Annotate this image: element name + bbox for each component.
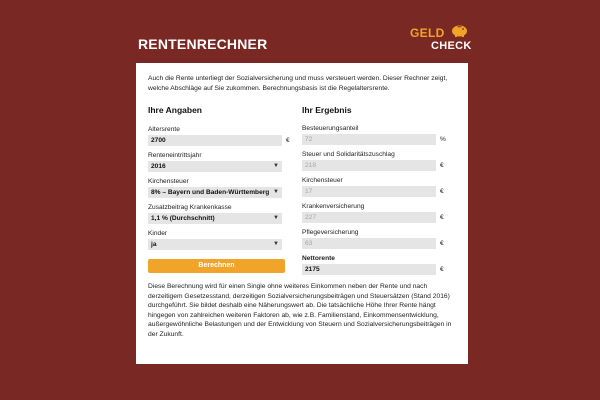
renteneintrittsjahr-select[interactable]: 2016 ▼ [148,161,282,172]
pflegeversicherung-label: Pflegeversicherung [302,229,359,236]
inputs-heading: Ihre Angaben [148,105,202,115]
steuer-soli-output: 218 [302,160,436,171]
steuer-soli-unit: € [440,162,444,169]
nettorente-output: 2175 [302,264,436,275]
geldcheck-logo: GELD CHECK [410,22,472,56]
altersrente-input[interactable]: 2700 [148,135,282,146]
calculate-button[interactable]: Berechnen [148,259,285,273]
chevron-down-icon: ▼ [273,189,279,195]
besteuerungsanteil-unit: % [440,136,446,143]
altersrente-unit: € [286,137,290,144]
krankenversicherung-label: Krankenversicherung [302,203,365,210]
nettorente-label: Nettorente [302,255,335,262]
steuer-soli-label: Steuer und Solidaritätszuschlag [302,151,395,158]
calculator-card: Auch die Rente unterliegt der Sozialvers… [136,63,468,364]
pflegeversicherung-unit: € [440,240,444,247]
nettorente-unit: € [440,266,444,273]
chevron-down-icon: ▼ [273,215,279,221]
besteuerungsanteil-label: Besteuerungsanteil [302,125,359,132]
intro-text: Auch die Rente unterliegt der Sozialvers… [148,75,448,92]
kinder-value: ja [151,241,157,248]
zusatzbeitrag-select[interactable]: 1,1 % (Durchschnitt) ▼ [148,213,282,224]
logo-text-check: CHECK [431,40,472,52]
chevron-down-icon: ▼ [273,163,279,169]
chevron-down-icon: ▼ [273,241,279,247]
kirchensteuer-value: 8% – Bayern und Baden-Württemberg [151,189,270,196]
disclaimer-text: Diese Berechnung wird für einen Single o… [148,283,452,338]
piggy-bank-icon [452,25,467,37]
results-heading: Ihr Ergebnis [302,105,352,115]
renteneintrittsjahr-label: Renteneintrittsjahr [148,152,202,159]
zusatzbeitrag-label: Zusatzbeitrag Krankenkasse [148,204,232,211]
pflegeversicherung-output: 63 [302,238,436,249]
renteneintrittsjahr-value: 2016 [151,163,166,170]
krankenversicherung-output: 227 [302,212,436,223]
kirchensteuer-unit: € [440,188,444,195]
kinder-select[interactable]: ja ▼ [148,239,282,250]
krankenversicherung-unit: € [440,214,444,221]
kinder-label: Kinder [148,230,168,237]
kirchensteuer-select[interactable]: 8% – Bayern und Baden-Württemberg ▼ [148,187,282,198]
altersrente-label: Altersrente [148,126,180,133]
logo-text-geld: GELD [410,26,445,40]
zusatzbeitrag-value: 1,1 % (Durchschnitt) [151,215,215,222]
kirchensteuer-label: Kirchensteuer [148,178,189,185]
page-title: RENTENRECHNER [138,36,268,52]
besteuerungsanteil-output: 72 [302,134,436,145]
kirchensteuer-output: 17 [302,186,436,197]
kirchensteuer-result-label: Kirchensteuer [302,177,343,184]
